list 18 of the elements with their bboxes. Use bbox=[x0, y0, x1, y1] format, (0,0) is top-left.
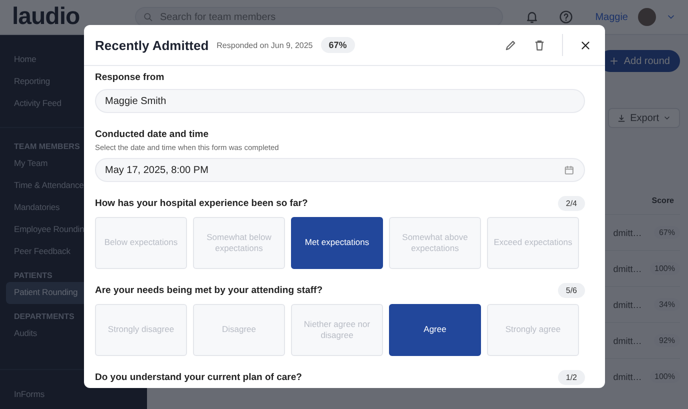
table-cell: dmitt… bbox=[613, 372, 642, 382]
field-label: Response from bbox=[95, 72, 166, 83]
question-text: Do you understand your current plan of care? bbox=[95, 372, 302, 383]
field-label: Conducted date and time bbox=[95, 129, 210, 140]
column-header: Score bbox=[652, 196, 674, 204]
table-cell: dmitt… bbox=[613, 228, 642, 238]
answer-count-badge: 5/6 bbox=[558, 283, 585, 298]
question-text: Are your needs being met by your attending staff? bbox=[95, 285, 323, 296]
table-cell: dmitt… bbox=[613, 264, 642, 274]
answer-count-badge: 1/2 bbox=[558, 370, 585, 385]
logo: laudio bbox=[12, 3, 81, 31]
response-date: Responded on Jun 9, 2025 bbox=[216, 40, 313, 50]
question-text: How has your hospital experience been so far? bbox=[95, 198, 308, 209]
score-badge: 67% bbox=[320, 37, 355, 53]
table-cell: dmitt… bbox=[613, 336, 642, 346]
modal-title: Recently Admitted bbox=[95, 38, 209, 52]
table-cell: dmitt… bbox=[613, 300, 642, 310]
answer-count-badge: 2/4 bbox=[558, 196, 585, 211]
